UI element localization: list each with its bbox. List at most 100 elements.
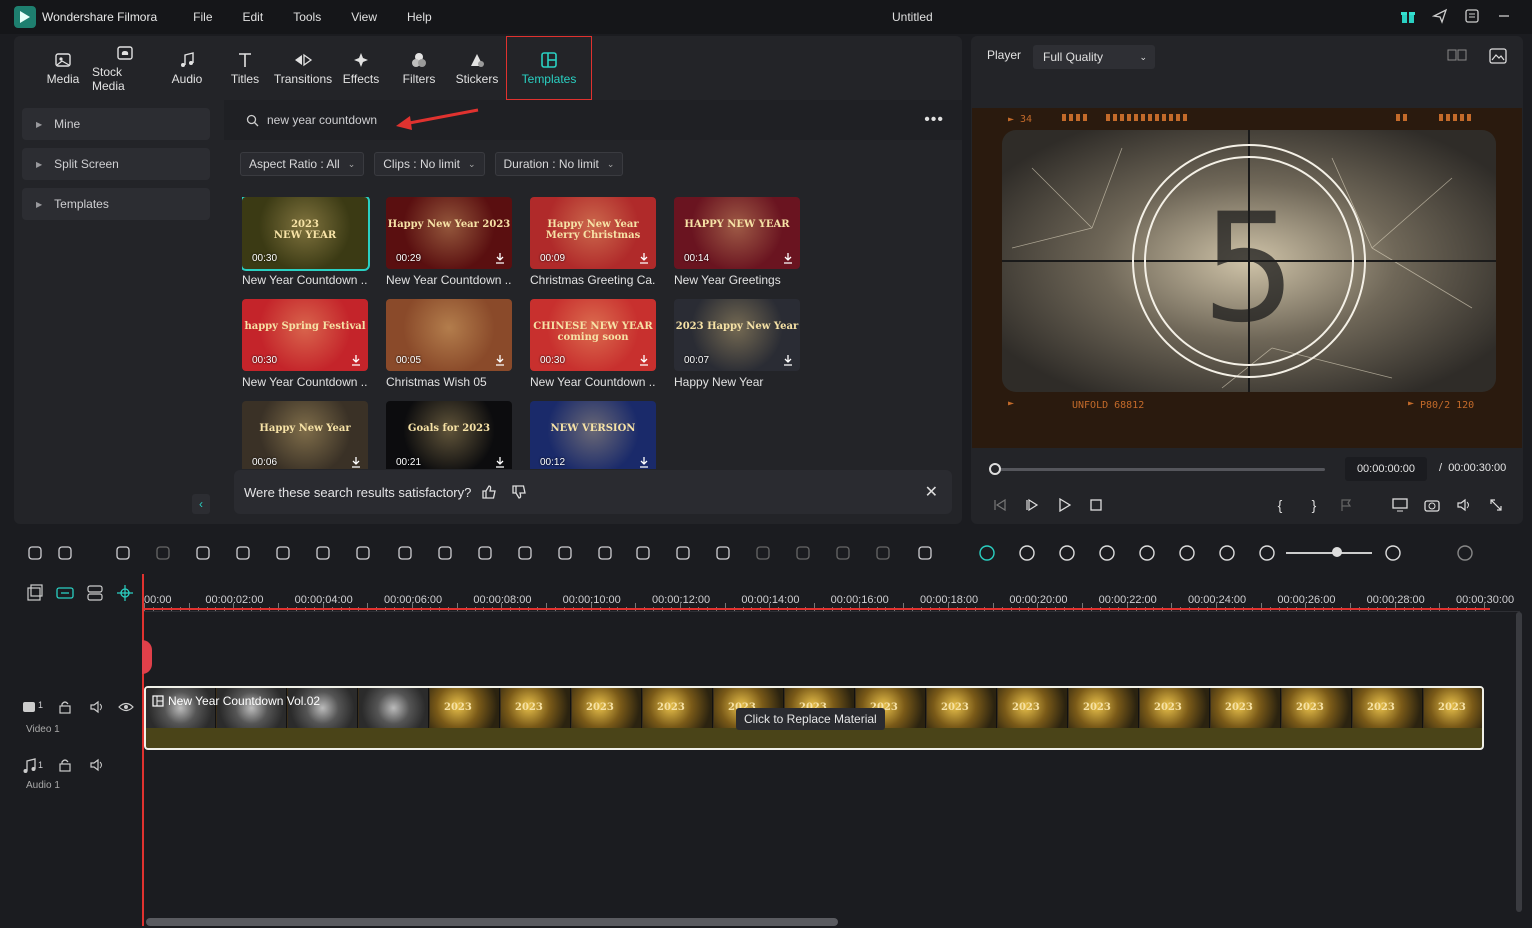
template-card[interactable]: NEW VERSION 00:12	[530, 401, 656, 469]
ai-assistant-icon[interactable]	[978, 544, 996, 562]
download-icon[interactable]	[638, 354, 650, 366]
template-thumbnail[interactable]: CHINESE NEW YEAR coming soon 00:30	[530, 299, 656, 371]
template-card[interactable]: HAPPY NEW YEAR 00:14 New Year Greetings	[674, 197, 800, 287]
sidebar-item-split-screen[interactable]: ▶ Split Screen	[22, 148, 210, 180]
more-options-icon[interactable]: •••	[924, 111, 944, 129]
template-clip[interactable]: 2023 2023 2023 2023 2023 2023 2023 2023 2023 2023…	[144, 686, 1484, 750]
template-card[interactable]: Happy New Year Merry Christmas 00:09 Chris…	[530, 197, 656, 287]
tab-stickers[interactable]: Stickers	[448, 36, 506, 100]
playhead[interactable]	[142, 574, 144, 926]
template-card[interactable]: Goals for 2023 00:21	[386, 401, 512, 469]
motion-track-icon[interactable]	[714, 544, 732, 562]
eye-icon[interactable]	[118, 700, 134, 714]
template-thumbnail[interactable]: NEW VERSION 00:12	[530, 401, 656, 469]
more-tools-icon[interactable]	[916, 544, 934, 562]
delete-icon[interactable]	[194, 544, 212, 562]
zoom-out-icon[interactable]	[1258, 544, 1276, 562]
download-icon[interactable]	[782, 252, 794, 264]
timer-icon[interactable]	[556, 544, 574, 562]
vertical-scrollbar[interactable]	[1516, 612, 1522, 912]
audio-list-icon[interactable]	[1138, 544, 1156, 562]
effect-mask-icon[interactable]	[874, 544, 892, 562]
zoom-slider-handle[interactable]	[1332, 547, 1342, 557]
link-track-icon[interactable]	[56, 584, 74, 602]
playback-render-icon[interactable]	[1018, 544, 1036, 562]
add-track-icon[interactable]	[26, 584, 44, 602]
template-card[interactable]: 2023 NEW YEAR 00:30 New Year Countdown ...	[242, 197, 370, 287]
download-icon[interactable]	[638, 252, 650, 264]
sidebar-item-mine[interactable]: ▶ Mine	[22, 108, 210, 140]
tab-stock-media[interactable]: Stock Media	[92, 36, 158, 100]
track-manager-icon[interactable]	[86, 584, 104, 602]
speaker-icon[interactable]	[90, 758, 104, 772]
audio-split-icon[interactable]	[314, 544, 332, 562]
duration-filter[interactable]: Duration : No limit ⌄	[494, 152, 624, 176]
template-card[interactable]: CHINESE NEW YEAR coming soon 00:30 New Yea…	[530, 299, 656, 389]
stop-icon[interactable]	[1085, 494, 1107, 516]
template-card[interactable]: 2023 Happy New Year 00:07 Happy New Year	[674, 299, 800, 389]
menu-help[interactable]: Help	[407, 10, 432, 24]
fit-icon[interactable]	[1218, 544, 1236, 562]
ai-cut-icon[interactable]	[634, 544, 652, 562]
download-icon[interactable]	[350, 354, 362, 366]
template-card[interactable]: 00:05 Christmas Wish 05	[386, 299, 512, 389]
search-bar[interactable]: new year countdown •••	[224, 100, 962, 140]
template-card[interactable]: happy Spring Festival 00:30 New Year Count…	[242, 299, 368, 389]
template-thumbnail[interactable]: Happy New Year 2023 00:29	[386, 197, 512, 269]
menu-tools[interactable]: Tools	[293, 10, 321, 24]
snapshot-image-icon[interactable]	[1489, 48, 1507, 64]
volume-icon[interactable]	[1453, 494, 1475, 516]
layout-icon[interactable]	[26, 544, 44, 562]
template-card[interactable]: Happy New Year 2023 00:29 New Year Countdo…	[386, 197, 512, 287]
lock-icon[interactable]	[58, 700, 72, 714]
cut-icon[interactable]	[234, 544, 252, 562]
mark-out-icon[interactable]: }	[1303, 494, 1325, 516]
tab-audio[interactable]: Audio	[158, 36, 216, 100]
snap-icon[interactable]	[116, 584, 134, 602]
template-thumbnail[interactable]: Happy New Year Merry Christmas 00:09	[530, 197, 656, 269]
download-icon[interactable]	[782, 354, 794, 366]
next-frame-icon[interactable]	[1021, 494, 1043, 516]
template-thumbnail[interactable]: HAPPY NEW YEAR 00:14	[674, 197, 800, 269]
template-thumbnail[interactable]: 00:05	[386, 299, 512, 371]
grid-settings-icon[interactable]	[1456, 544, 1474, 562]
play-icon[interactable]	[1053, 494, 1075, 516]
grid-view-icon[interactable]	[1447, 48, 1467, 62]
subtitle-icon[interactable]	[834, 544, 852, 562]
tab-titles[interactable]: Titles	[216, 36, 274, 100]
color-icon[interactable]	[476, 544, 494, 562]
playhead-marker[interactable]	[142, 640, 152, 674]
previous-frame-icon[interactable]	[989, 494, 1011, 516]
tab-media[interactable]: Media	[34, 36, 92, 100]
scrubber-handle[interactable]	[989, 463, 1001, 475]
send-icon[interactable]	[1430, 6, 1450, 26]
stabilize-icon[interactable]	[596, 544, 614, 562]
aspect-ratio-filter[interactable]: Aspect Ratio : All ⌄	[240, 152, 365, 176]
timeline-ruler[interactable]: 00:00 00:00:02:00 00:00:04:00 00:00:06:00 00…	[144, 572, 1520, 612]
fullscreen-icon[interactable]	[1485, 494, 1507, 516]
chroma-icon[interactable]	[794, 544, 812, 562]
redo-icon[interactable]	[154, 544, 172, 562]
template-card[interactable]: Happy New Year 00:06	[242, 401, 368, 469]
tab-filters[interactable]: Filters	[390, 36, 448, 100]
speed-icon[interactable]	[436, 544, 454, 562]
gift-icon[interactable]	[1398, 6, 1418, 26]
sidebar-item-templates[interactable]: ▶ Templates	[22, 188, 210, 220]
speaker-icon[interactable]	[90, 700, 104, 714]
template-thumbnail[interactable]: 2023 Happy New Year 00:07	[674, 299, 800, 371]
crop-icon[interactable]	[274, 544, 292, 562]
marker-flag-icon[interactable]	[1335, 494, 1357, 516]
microphone-icon[interactable]	[1098, 544, 1116, 562]
undo-icon[interactable]	[114, 544, 132, 562]
replace-material-tooltip[interactable]: Click to Replace Material	[736, 708, 885, 730]
close-icon[interactable]: ✕	[925, 482, 938, 502]
tab-templates[interactable]: Templates	[506, 36, 592, 100]
adjust-icon[interactable]	[674, 544, 692, 562]
thumbs-up-icon[interactable]	[481, 484, 497, 500]
download-icon[interactable]	[638, 456, 650, 468]
mark-in-icon[interactable]: {	[1269, 494, 1291, 516]
mask-icon[interactable]	[396, 544, 414, 562]
zoom-in-icon[interactable]	[1384, 544, 1402, 562]
camera-icon[interactable]	[1421, 494, 1443, 516]
download-icon[interactable]	[350, 456, 362, 468]
